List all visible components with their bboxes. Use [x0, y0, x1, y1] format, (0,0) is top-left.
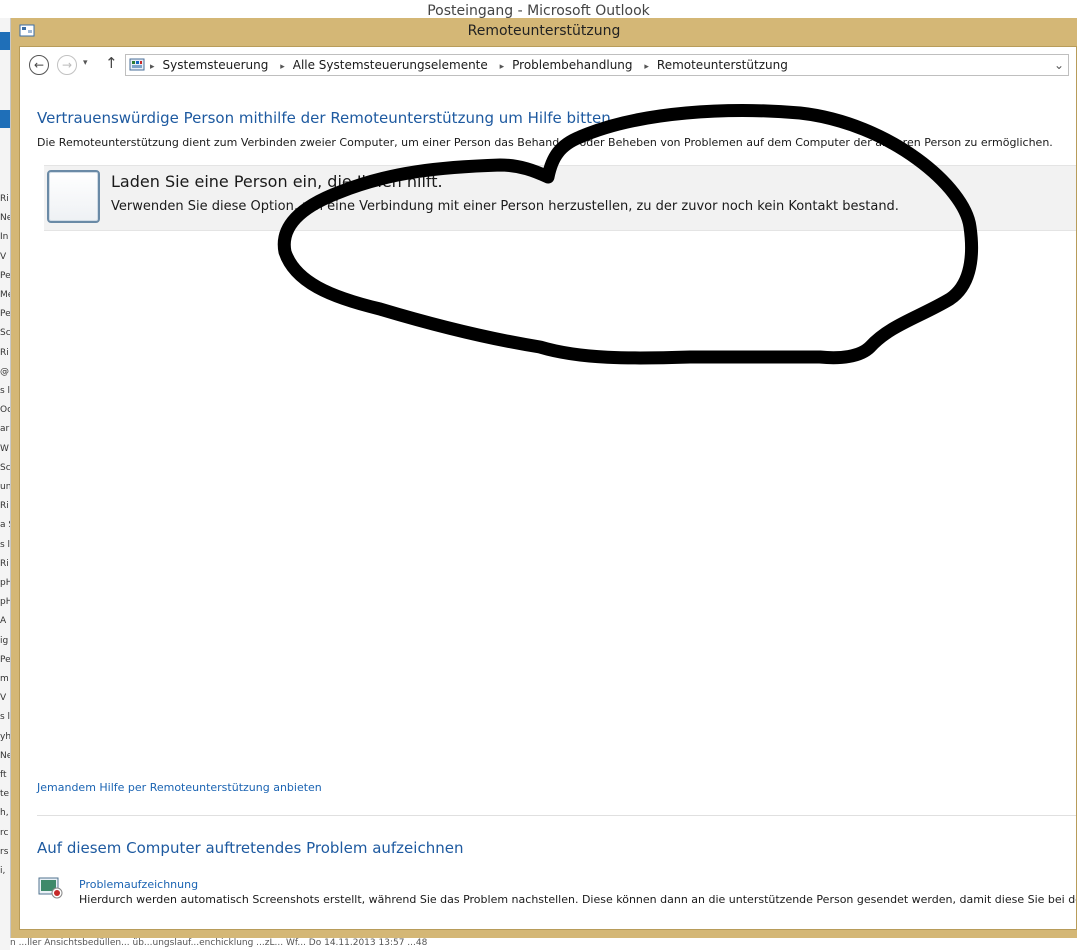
background-text-fragment: Ne — [0, 213, 10, 224]
breadcrumb-item[interactable]: Remoteunterstützung — [657, 58, 788, 72]
address-history-dropdown[interactable]: ⌄ — [1054, 55, 1064, 75]
background-window-left-edge: Ri Ne In V Pe Me Pe Sc Ri @ s l Oc ar W Sc un Ri a S s l Ri… — [0, 18, 11, 950]
background-text-fragment: Ri — [0, 194, 9, 204]
background-text-fragment: @ — [0, 366, 9, 377]
background-text-fragment: Sc — [0, 462, 11, 473]
background-text-fragment: In — [0, 232, 9, 243]
background-selection-bar — [0, 32, 10, 50]
background-text-fragment: W — [0, 443, 9, 454]
forward-button[interactable]: → — [57, 55, 77, 75]
forward-arrow-icon: → — [61, 58, 73, 72]
background-text-fragment: V — [0, 251, 7, 262]
background-text-fragment: pH — [0, 597, 10, 608]
navigation-bar: ← → ▾ ↑ ▸ Systemsteuerung ▸ Alle Systemste… — [20, 47, 1076, 83]
background-text-fragment: m — [0, 674, 9, 684]
window-content: ← → ▾ ↑ ▸ Systemsteuerung ▸ Alle Systemste… — [19, 46, 1077, 930]
invite-option-description: Verwenden Sie diese Option, um eine Verb… — [111, 199, 899, 214]
background-text-fragment: Ri — [0, 347, 9, 358]
invite-option-icon — [47, 170, 100, 223]
invite-option-title: Laden Sie eine Person ein, die Ihnen hil… — [111, 172, 443, 191]
back-arrow-icon: ← — [33, 58, 45, 72]
breadcrumb-separator-icon: ▸ — [644, 62, 649, 72]
background-text-fragment: ig — [0, 635, 9, 646]
breadcrumb-separator-icon: ▸ — [499, 62, 505, 72]
background-text-fragment: rc — [0, 827, 9, 838]
background-text-fragment: Ri — [0, 558, 9, 569]
offer-help-link[interactable]: Jemandem Hilfe per Remoteunterstützung a… — [37, 781, 322, 794]
page-title: Vertrauenswürdige Person mithilfe der Re… — [37, 109, 616, 127]
address-bar[interactable]: ▸ Systemsteuerung ▸ Alle Systemsteuerungse… — [125, 54, 1069, 76]
window-titlebar[interactable]: Remoteunterstützung — [11, 18, 1077, 46]
background-text-fragment: Pe — [0, 270, 11, 281]
problem-recorder-description: Hierdurch werden automatisch Screenshots… — [79, 893, 1077, 906]
breadcrumb-item[interactable]: Systemsteuerung — [163, 58, 269, 72]
background-text-fragment: Ne — [0, 750, 10, 761]
background-text-fragment: Pe — [0, 309, 11, 320]
record-problem-heading: Auf diesem Computer auftretendes Problem… — [37, 839, 464, 857]
background-text-fragment: s l — [0, 712, 11, 723]
invite-helper-option[interactable]: Laden Sie eine Person ein, die Ihnen hil… — [44, 165, 1076, 231]
remote-assistance-window: Remoteunterstützung ← → ▾ ↑ ▸ Systemsteue… — [11, 18, 1077, 938]
section-divider — [37, 815, 1076, 816]
background-text-fragment: rs — [0, 846, 9, 857]
control-panel-icon — [129, 58, 145, 71]
background-text-fragment: yh — [0, 731, 11, 742]
background-text-fragment: h, — [0, 808, 9, 819]
background-text-fragment: Me — [0, 290, 10, 300]
breadcrumb-item[interactable]: Problembehandlung — [512, 58, 632, 72]
background-text-fragment: te — [0, 789, 10, 800]
background-text-fragment: Ri — [0, 501, 9, 512]
up-level-button[interactable]: ↑ — [105, 54, 118, 72]
background-text-fragment: s l — [0, 386, 11, 396]
background-window-bottom-text: n ...ller Ansichtsbedüllen... üb...ungsl… — [10, 938, 1077, 950]
background-text-fragment: Pe — [0, 654, 11, 665]
background-text-fragment: ft — [0, 770, 7, 780]
background-text-fragment: pH — [0, 578, 10, 588]
problem-recorder-link[interactable]: Problemaufzeichnung — [79, 878, 198, 891]
back-button[interactable]: ← — [29, 55, 49, 75]
background-selection-bar — [0, 110, 10, 128]
background-text-fragment: i, — [0, 866, 6, 876]
background-text-fragment: Sc — [0, 328, 11, 339]
background-text-fragment: Oc — [0, 405, 11, 416]
problem-recorder-icon — [38, 877, 63, 899]
window-title: Remoteunterstützung — [467, 23, 621, 39]
background-text-fragment: un — [0, 482, 11, 492]
page-description: Die Remoteunterstützung dient zum Verbin… — [37, 136, 1053, 149]
breadcrumb-separator-icon: ▸ — [280, 62, 285, 72]
background-window-title: Posteingang - Microsoft Outlook — [0, 0, 1077, 19]
background-text-fragment: ar — [0, 424, 10, 435]
background-text-fragment: s l — [0, 539, 11, 550]
breadcrumb-item[interactable]: Alle Systemsteuerungselemente — [293, 58, 488, 72]
breadcrumb-separator-icon: ▸ — [150, 62, 155, 72]
recent-locations-dropdown[interactable]: ▾ — [83, 58, 88, 68]
background-text-fragment: a S — [0, 520, 10, 531]
background-text-fragment: V — [0, 693, 7, 704]
background-text-fragment: A — [0, 616, 7, 627]
breadcrumb: ▸ Systemsteuerung ▸ Alle Systemsteuerungse… — [150, 55, 788, 75]
